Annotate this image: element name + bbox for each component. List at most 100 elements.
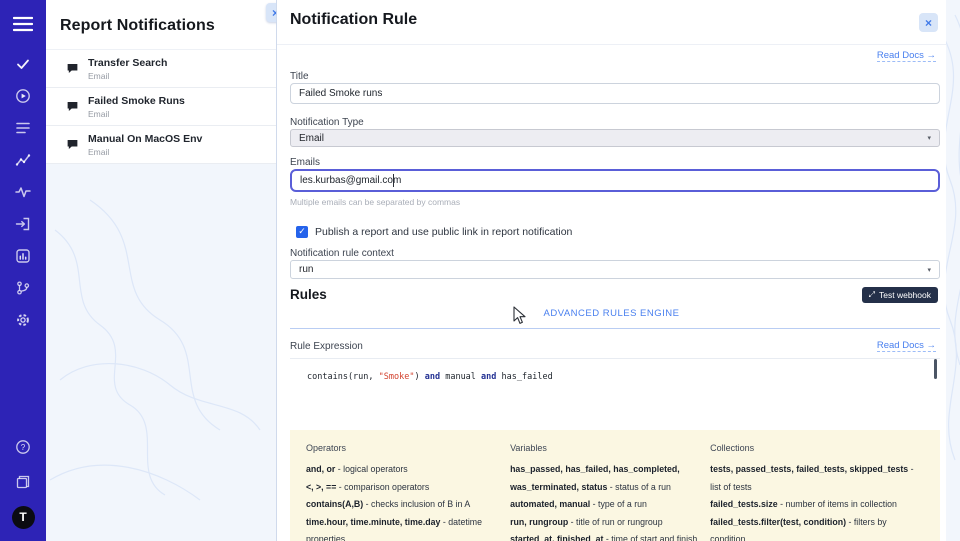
- code-token: "Smoke": [379, 372, 415, 382]
- emails-label: Emails: [290, 157, 320, 168]
- code-token: has_failed: [496, 372, 552, 382]
- emails-input[interactable]: [290, 169, 940, 192]
- editor-scrollbar-thumb[interactable]: [934, 359, 937, 379]
- context-select[interactable]: run ▾: [290, 260, 940, 279]
- notification-type-value: Email: [299, 133, 324, 144]
- title-label: Title: [290, 71, 309, 82]
- notification-list-item[interactable]: Failed Smoke Runs Email: [46, 88, 276, 126]
- menu-icon: [13, 16, 33, 32]
- sidebar-item-plans[interactable]: [0, 112, 46, 144]
- notification-type-label: Notification Type: [290, 117, 364, 128]
- app-logo[interactable]: T: [0, 501, 46, 533]
- rule-expression-editor[interactable]: contains(run, "Smoke") and manual and ha…: [290, 358, 940, 384]
- emails-hint: Multiple emails can be separated by comm…: [290, 197, 460, 207]
- mouse-cursor: [513, 306, 527, 326]
- sidebar-item-import[interactable]: [0, 208, 46, 240]
- help-entry: and, or - logical operators: [306, 461, 498, 479]
- help-entry: <, >, == - comparison operators: [306, 479, 498, 497]
- line-chart-icon: [15, 152, 31, 168]
- read-docs-link-rules[interactable]: Read Docs →: [877, 340, 936, 352]
- help-entry: automated, manual - type of a run: [510, 496, 698, 514]
- list-icon: [15, 120, 31, 136]
- notification-list: Transfer Search Email Failed Smoke Runs Ema…: [46, 50, 276, 164]
- sidebar-item-help[interactable]: ?: [0, 431, 46, 463]
- help-entry: tests, passed_tests, failed_tests, skipp…: [710, 461, 924, 496]
- bar-chart-icon: [15, 248, 31, 264]
- sidebar-item-menu[interactable]: [0, 8, 46, 40]
- sidebar-item-runs[interactable]: [0, 80, 46, 112]
- publish-checkbox-label: Publish a report and use public link in …: [315, 226, 572, 238]
- help-entry: time.hour, time.minute, time.day - datet…: [306, 514, 498, 541]
- gear-icon: [15, 312, 31, 328]
- notifications-panel-title: Report Notifications: [60, 17, 215, 34]
- test-webhook-icon: ⤢: [869, 290, 875, 300]
- title-input[interactable]: [290, 83, 940, 104]
- help-column-heading: Collections: [710, 440, 924, 457]
- screen: ? T Report Notifications × Transfer Sear…: [0, 0, 960, 541]
- sidebar-item-tests[interactable]: [0, 48, 46, 80]
- rule-expression-code: contains(run, "Smoke") and manual and ha…: [307, 372, 553, 382]
- help-entry: contains(A,B) - checks inclusion of B in…: [306, 496, 498, 514]
- notification-list-item[interactable]: Manual On MacOS Env Email: [46, 126, 276, 164]
- notification-item-title: Transfer Search: [88, 57, 167, 69]
- help-column: Operators and, or - logical operators<, >…: [306, 440, 498, 541]
- help-entry: has_passed, has_failed, has_completed, w…: [510, 461, 698, 496]
- branch-icon: [15, 280, 31, 296]
- sidebar-item-analytics[interactable]: [0, 144, 46, 176]
- chevron-down-icon: ▾: [927, 134, 931, 142]
- rule-close-button[interactable]: ×: [919, 13, 938, 32]
- chat-bubble-icon: [66, 100, 79, 113]
- code-token: and: [481, 372, 496, 382]
- sidebar-item-branches[interactable]: [0, 272, 46, 304]
- rules-heading: Rules: [290, 287, 327, 302]
- page-title: Notification Rule: [290, 11, 417, 29]
- notification-item-type: Email: [88, 71, 167, 81]
- help-entry: run, rungroup - title of run or rungroup: [510, 514, 698, 532]
- check-icon: ✓: [298, 226, 306, 238]
- play-circle-icon: [15, 88, 31, 104]
- test-webhook-label: Test webhook: [879, 290, 931, 300]
- notification-type-select[interactable]: Email ▾: [290, 129, 940, 147]
- help-icon: ?: [15, 439, 31, 455]
- help-column-heading: Operators: [306, 440, 498, 457]
- notification-item-type: Email: [88, 147, 202, 157]
- test-webhook-button[interactable]: ⤢ Test webhook: [862, 287, 938, 303]
- notification-rule-panel: Notification Rule × Read Docs → Title No…: [277, 0, 946, 541]
- help-entry: failed_tests.size - number of items in c…: [710, 496, 924, 514]
- rules-help-panel: Operators and, or - logical operators<, >…: [290, 430, 940, 541]
- help-entry: failed_tests.filter(test, condition) - f…: [710, 514, 924, 541]
- sidebar-item-docs[interactable]: [0, 466, 46, 498]
- sign-in-icon: [15, 216, 31, 232]
- code-token: manual: [440, 372, 481, 382]
- help-column: Variableshas_passed, has_failed, has_com…: [510, 440, 698, 541]
- text-caret: [393, 174, 394, 187]
- publish-checkbox-row: ✓ Publish a report and use public link i…: [296, 226, 572, 238]
- header-divider: [277, 44, 946, 45]
- read-docs-link[interactable]: Read Docs →: [877, 50, 936, 62]
- help-entry: started_at, finished_at - time of start …: [510, 531, 698, 541]
- sidebar-item-pulse[interactable]: [0, 176, 46, 208]
- chat-bubble-icon: [66, 138, 79, 151]
- logo-letter: T: [12, 506, 35, 529]
- code-token: contains(run,: [307, 372, 379, 382]
- notifications-panel: Report Notifications × Transfer Search Em…: [46, 0, 277, 541]
- docs-icon: [15, 474, 31, 490]
- sidebar-item-reports[interactable]: [0, 240, 46, 272]
- context-value: run: [299, 264, 313, 275]
- svg-text:?: ?: [21, 443, 26, 452]
- code-token: ): [414, 372, 424, 382]
- sidebar-item-settings[interactable]: [0, 304, 46, 336]
- app-sidebar: ? T: [0, 0, 46, 541]
- notification-item-title: Failed Smoke Runs: [88, 95, 185, 107]
- publish-checkbox[interactable]: ✓: [296, 226, 308, 238]
- chat-bubble-icon: [66, 62, 79, 75]
- tab-advanced-rules-engine[interactable]: ADVANCED RULES ENGINE: [277, 308, 946, 319]
- help-column: Collections tests, passed_tests, failed_t…: [710, 440, 924, 541]
- check-icon: [15, 56, 31, 72]
- notification-list-item[interactable]: Transfer Search Email: [46, 50, 276, 88]
- notification-item-type: Email: [88, 109, 185, 119]
- activity-icon: [15, 184, 31, 200]
- notifications-panel-header: Report Notifications ×: [46, 0, 276, 50]
- notification-item-title: Manual On MacOS Env: [88, 133, 202, 145]
- rule-expression-label: Rule Expression: [290, 341, 363, 352]
